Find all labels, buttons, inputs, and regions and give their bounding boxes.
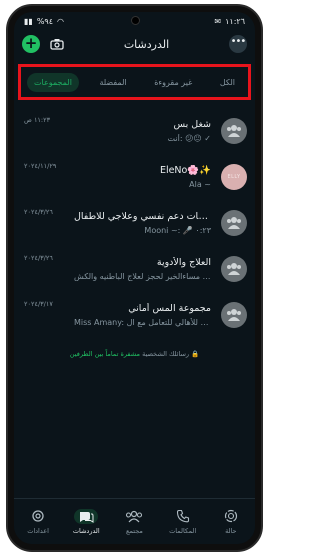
nav-label: المكالمات xyxy=(169,526,197,535)
chat-time: ٢٠٢٤/٣/٢٦ xyxy=(24,254,53,262)
filter-chips: المجموعات المفضلة غير مقروءة الكل xyxy=(18,64,251,100)
nav-community[interactable]: مجتمع xyxy=(112,509,156,535)
phone-icon xyxy=(171,509,195,524)
nav-settings[interactable]: اعدادات xyxy=(16,509,60,535)
chat-name: جلسات دعم نفسي وعلاجي للاطفال xyxy=(74,211,211,222)
chat-name: العلاج والأدوية xyxy=(156,257,211,268)
app-header: + الدردشات ••• xyxy=(14,30,255,58)
encryption-link[interactable]: مشفرة تماماً بين الطرفين xyxy=(70,350,140,358)
chats-icon xyxy=(74,508,99,524)
chat-row[interactable]: ٢٠٢٤/٣/١٧ مجموعة المس أماني Miss Amany: … xyxy=(14,292,255,338)
chip-all[interactable]: الكل xyxy=(213,73,242,92)
chip-favorites[interactable]: المفضلة xyxy=(92,73,133,92)
group-avatar-icon[interactable] xyxy=(221,256,247,282)
nav-label: اعدادات xyxy=(27,526,49,535)
chat-preview: Mooni ~: 🎤 ٠:٢٣ xyxy=(144,226,211,235)
nav-chats[interactable]: الدردشات xyxy=(64,508,108,535)
nav-label: حالة xyxy=(225,526,237,535)
chat-name: مجموعة المس أماني xyxy=(128,303,211,314)
chat-name: EleNo🌸✨ xyxy=(159,165,211,176)
nav-label: الدردشات xyxy=(72,526,100,535)
group-avatar-icon[interactable] xyxy=(221,302,247,328)
group-avatar-icon[interactable] xyxy=(221,210,247,236)
avatar[interactable]: ELLY xyxy=(221,164,247,190)
wifi-icon: ◠ xyxy=(57,16,64,26)
chat-time: ٢٠٢٤/٣/٢٦ xyxy=(24,208,53,216)
chat-name: شغل بس xyxy=(173,119,211,130)
app-screen: ▮▮ %٩٤ ◠ ✉ ١١:٢٦ + الدردشات ••• المجموعا… xyxy=(14,12,255,544)
chat-row[interactable]: ٢٠٢٤/٣/٢٦ جلسات دعم نفسي وعلاجي للاطفال … xyxy=(14,200,255,246)
nav-status[interactable]: حالة xyxy=(209,509,253,535)
nav-calls[interactable]: المكالمات xyxy=(161,509,205,535)
status-time: ١١:٢٦ xyxy=(225,16,245,26)
chat-preview: أنت: 😕😐 ✓ xyxy=(167,134,211,143)
chat-time: ٢٠٢٤/١١/٢٩ xyxy=(24,162,57,170)
page-title: الدردشات xyxy=(123,37,170,51)
chat-list: ١١:٢٣ ص شغل بس أنت: 😕😐 ✓ ٢٠٢٤/١١/٢٩ EleN… xyxy=(14,108,255,338)
encryption-prefix: رسائلك الشخصية xyxy=(142,350,190,358)
camera-icon[interactable] xyxy=(50,38,64,50)
signal-icon: ▮▮ xyxy=(24,16,33,26)
chat-row[interactable]: ٢٠٢٤/٣/٢٦ العلاج والأدوية ٧ ~: مساءالخير… xyxy=(14,246,255,292)
nav-label: مجتمع xyxy=(126,526,143,535)
chat-preview: Ala ~ xyxy=(189,180,211,189)
phone-frame: ▮▮ %٩٤ ◠ ✉ ١١:٢٦ + الدردشات ••• المجموعا… xyxy=(6,4,263,552)
community-icon xyxy=(122,509,146,524)
encryption-note[interactable]: 🔒 رسائلك الشخصية مشفرة تماماً بين الطرفي… xyxy=(14,350,255,358)
lock-icon: 🔒 xyxy=(191,350,200,358)
chat-row[interactable]: ٢٠٢٤/١١/٢٩ EleNo🌸✨ Ala ~ ELLY xyxy=(14,154,255,200)
chat-preview: ٧ ~: مساءالخير لحجز لعلاج الباطنيه والكش… xyxy=(74,272,211,281)
plus-icon[interactable]: + xyxy=(22,35,40,53)
chat-time: ٢٠٢٤/٣/١٧ xyxy=(24,300,53,308)
front-camera xyxy=(130,16,140,25)
battery-percent: %٩٤ xyxy=(36,16,54,26)
chip-unread[interactable]: غير مقروءة xyxy=(147,73,199,92)
more-dots-icon[interactable]: ••• xyxy=(228,35,247,53)
chat-preview: Miss Amany: إرشادات للأهالي للتعامل مع ا… xyxy=(74,318,211,327)
chat-time: ١١:٢٣ ص xyxy=(24,116,51,124)
status-icon xyxy=(219,509,243,524)
chip-groups[interactable]: المجموعات xyxy=(27,72,79,92)
chat-row[interactable]: ١١:٢٣ ص شغل بس أنت: 😕😐 ✓ xyxy=(14,108,255,154)
group-avatar-icon[interactable] xyxy=(221,118,247,144)
settings-icon xyxy=(26,509,50,524)
bottom-nav: اعدادات الدردشات مجتمع المكالمات حالة xyxy=(14,498,255,544)
notification-icon: ✉ xyxy=(214,16,222,26)
